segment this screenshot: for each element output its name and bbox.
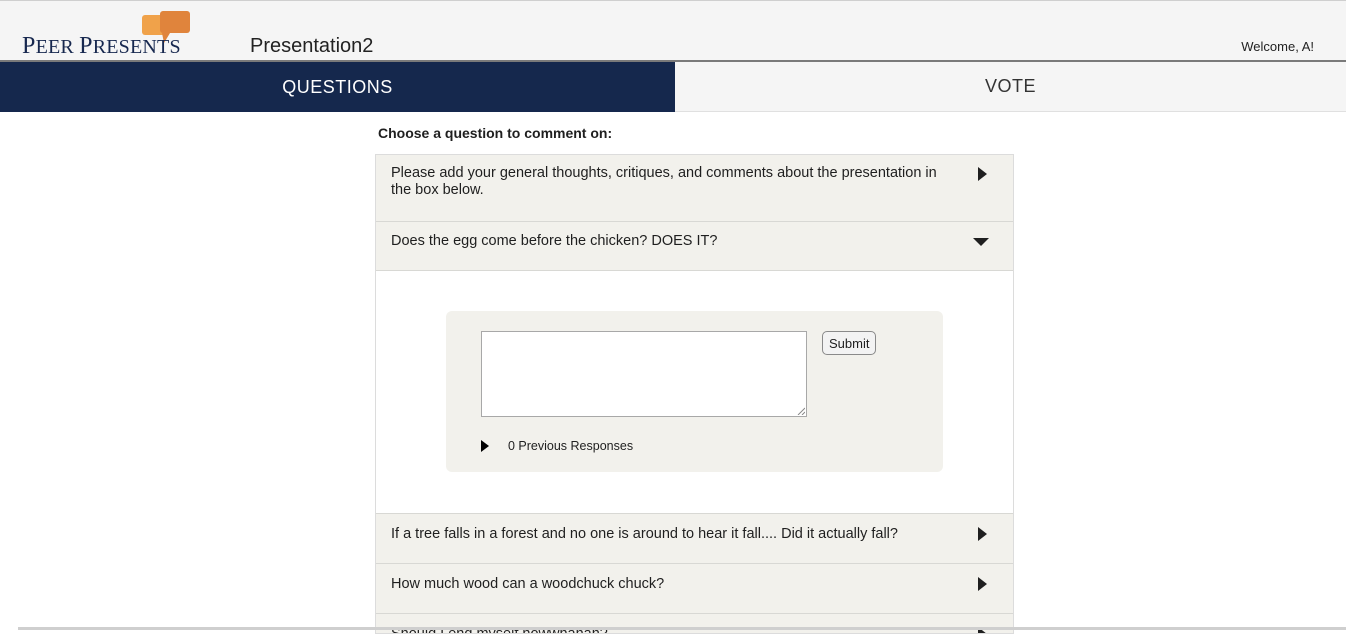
question-row[interactable]: If a tree falls in a forest and no one i… xyxy=(376,514,1013,564)
triangle-right-icon xyxy=(978,527,987,541)
presentation-title: Presentation2 xyxy=(250,35,374,57)
triangle-down-icon xyxy=(973,238,989,246)
triangle-right-icon xyxy=(481,440,489,452)
question-text: Please add your general thoughts, critiq… xyxy=(391,165,937,198)
question-text: How much wood can a woodchuck chuck? xyxy=(391,576,665,592)
top-header: PEER PRESENTS Presentation2 Welcome, A! xyxy=(0,0,1346,62)
tab-vote[interactable]: VOTE xyxy=(675,62,1346,112)
question-row[interactable]: Please add your general thoughts, critiq… xyxy=(376,155,1013,222)
triangle-right-icon xyxy=(978,577,987,591)
welcome-text: Welcome, A! xyxy=(1241,39,1314,54)
comment-textarea[interactable] xyxy=(481,331,807,417)
previous-responses-label: 0 Previous Responses xyxy=(508,439,634,453)
question-row[interactable]: How much wood can a woodchuck chuck? xyxy=(376,564,1013,614)
question-row[interactable]: Does the egg come before the chicken? DO… xyxy=(376,222,1013,271)
comment-panel: Submit 0 Previous Responses xyxy=(446,311,943,472)
submit-button[interactable]: Submit xyxy=(822,331,877,355)
previous-responses-toggle[interactable]: 0 Previous Responses xyxy=(481,439,633,453)
tab-questions[interactable]: QUESTIONS xyxy=(0,62,675,112)
choose-question-label: Choose a question to comment on: xyxy=(378,125,613,141)
question-text: If a tree falls in a forest and no one i… xyxy=(391,526,898,542)
peer-presents-logo[interactable]: PEER PRESENTS xyxy=(22,11,202,59)
logo-text: PEER PRESENTS xyxy=(22,33,181,59)
resize-grip-icon[interactable] xyxy=(797,407,805,415)
nav-tabs: QUESTIONS VOTE xyxy=(0,62,1346,112)
triangle-right-icon xyxy=(978,167,987,181)
question-text: Does the egg come before the chicken? DO… xyxy=(391,233,718,249)
question-expanded-panel: Submit 0 Previous Responses xyxy=(376,271,1013,514)
question-row[interactable]: Should I end myself nowwhahah? xyxy=(376,614,1013,633)
questions-accordion: Please add your general thoughts, critiq… xyxy=(375,154,1014,634)
